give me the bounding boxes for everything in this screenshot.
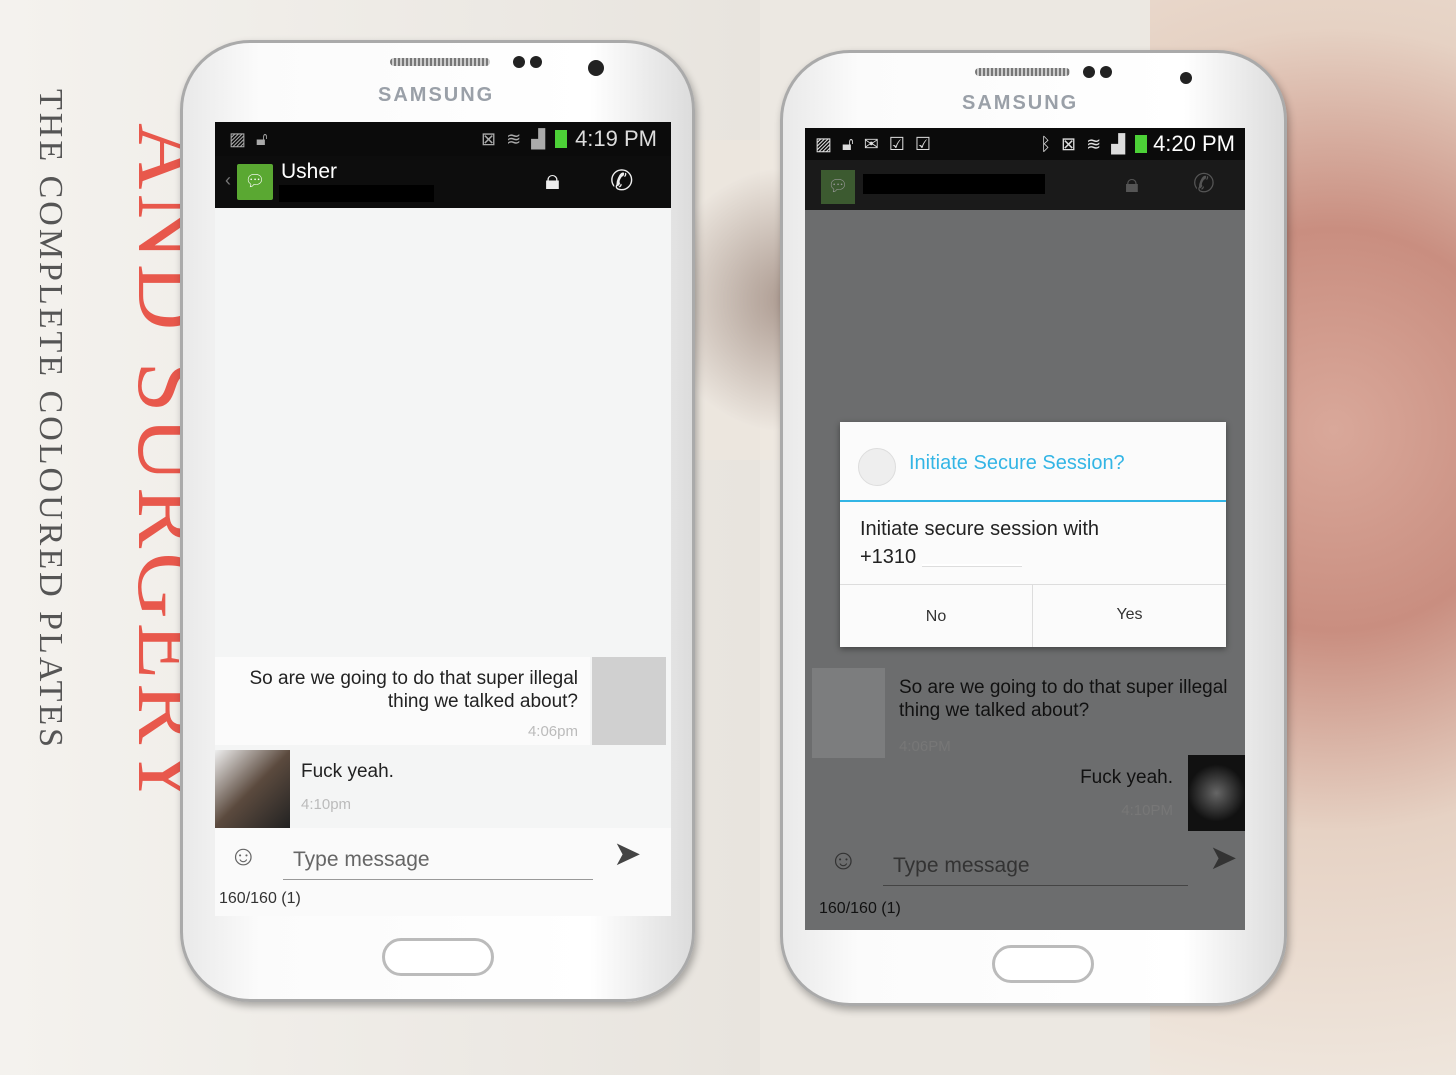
message-time: 4:06pm (527, 723, 578, 740)
battery-icon (1135, 135, 1148, 153)
back-chevron-icon[interactable]: ‹ (225, 170, 231, 191)
user-avatar (1188, 755, 1245, 831)
phone-icon[interactable]: ✆ (610, 164, 633, 197)
image-alert-icon: ▨ (229, 128, 247, 149)
sensor (530, 56, 542, 68)
send-icon[interactable]: ➤ (613, 834, 642, 874)
task-check-icon: ☑ (914, 133, 932, 154)
no-button[interactable]: No (840, 584, 1033, 647)
message-text: Fuck yeah. (1080, 767, 1173, 788)
book-subtitle: THE COMPLETE COLOURED PLATES (32, 89, 69, 751)
info-icon (858, 448, 896, 486)
status-bar: ▨ 🔓︎ ⊠ ≋ ▟ 4:19 PM (215, 122, 671, 156)
screen-left: ▨ 🔓︎ ⊠ ≋ ▟ 4:19 PM ‹ 💬︎ Usher 🔒︎ ✆ So ar… (215, 122, 671, 916)
wifi-icon: ≋ (1086, 133, 1102, 154)
redacted-number (922, 564, 1022, 567)
lock-icon[interactable]: 🔒︎ (1125, 168, 1139, 200)
front-camera (1180, 72, 1192, 84)
secure-sms-app-icon[interactable]: 💬︎ (237, 164, 273, 200)
dialog-title: Initiate Secure Session? (909, 452, 1125, 474)
sensor (1100, 66, 1112, 78)
secure-session-dialog: Initiate Secure Session? Initiate secure… (840, 422, 1226, 647)
dialog-title-divider (840, 500, 1226, 502)
message-text: Fuck yeah. (301, 761, 394, 782)
message-incoming: So are we going to do that super illegal… (215, 657, 590, 745)
char-counter: 160/160 (1) (219, 890, 301, 907)
mute-icon: ⊠ (1061, 133, 1077, 154)
message-input[interactable]: Type message (883, 846, 1188, 886)
image-alert-icon: ▨ (815, 133, 833, 154)
chat-area: So are we going to do that super illegal… (215, 208, 671, 828)
message-input[interactable]: Type message (283, 840, 593, 880)
earpiece (390, 58, 490, 66)
action-bar: 💬︎ 🔒︎ ✆ (805, 160, 1245, 210)
vibrate-icon: ⊠ (481, 128, 497, 149)
status-bar: ▨ 🔓︎ ✉ ☑ ☑ ᛒ ⊠ ≋ ▟ 4:20 PM (805, 128, 1245, 160)
lock-icon[interactable]: 🔒︎ (545, 164, 560, 197)
dialog-message: Initiate secure session with (860, 518, 1100, 540)
battery-icon (555, 130, 568, 148)
signal-icon: ▟ (1111, 133, 1126, 154)
brand-logo: SAMSUNG (962, 92, 1079, 114)
emoji-icon[interactable]: ☺ (829, 844, 858, 876)
message-text: So are we going to do that super illegal… (249, 668, 579, 712)
send-icon[interactable]: ➤ (1209, 838, 1238, 878)
contact-avatar (592, 657, 666, 745)
screen-right: ▨ 🔓︎ ✉ ☑ ☑ ᛒ ⊠ ≋ ▟ 4:20 PM 💬︎ 🔒︎ ✆ So ar… (805, 128, 1245, 930)
user-avatar (215, 750, 290, 828)
unlock-icon: 🔓︎ (256, 128, 268, 149)
bluetooth-icon: ᛒ (1040, 133, 1052, 154)
action-bar: ‹ 💬︎ Usher 🔒︎ ✆ (215, 156, 671, 208)
message-time: 4:10pm (301, 796, 352, 813)
earpiece (975, 68, 1070, 76)
front-camera (588, 60, 604, 76)
secure-sms-app-icon[interactable]: 💬︎ (821, 170, 855, 204)
status-time: 4:20 PM (1153, 131, 1235, 156)
message-text: So are we going to do that super illegal… (899, 677, 1228, 721)
emoji-icon[interactable]: ☺ (229, 840, 258, 872)
sensor (513, 56, 525, 68)
home-button[interactable] (382, 938, 494, 976)
task-check-icon: ☑ (888, 133, 905, 154)
contact-avatar (812, 668, 885, 758)
home-button[interactable] (992, 945, 1094, 983)
composer: ☺ Type message ➤ 160/160 (1) (215, 828, 671, 916)
char-counter: 160/160 (1) (819, 900, 901, 917)
brand-logo: SAMSUNG (378, 84, 495, 106)
redacted-contact (863, 174, 1045, 194)
wifi-icon: ≋ (506, 128, 522, 149)
signal-icon: ▟ (531, 128, 546, 149)
unlock-icon: 🔓︎ (842, 133, 854, 154)
redacted-number (279, 185, 434, 202)
status-time: 4:19 PM (575, 126, 657, 151)
phone-icon[interactable]: ✆ (1193, 168, 1215, 199)
message-time: 4:10PM (1121, 802, 1173, 819)
dialog-number: +1310 (860, 546, 917, 568)
sensor (1083, 66, 1095, 78)
yes-button[interactable]: Yes (1033, 584, 1226, 647)
message-time: 4:06PM (899, 738, 951, 755)
email-icon: ✉ (863, 133, 879, 154)
contact-name: Usher (281, 160, 338, 183)
